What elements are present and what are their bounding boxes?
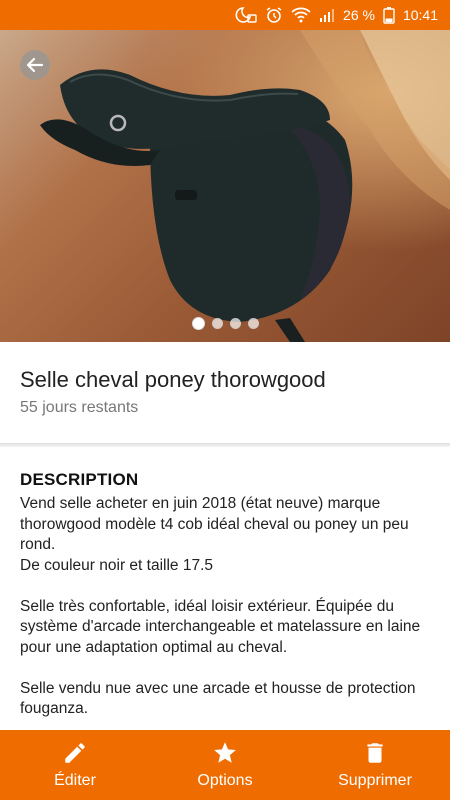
signal-icon	[319, 7, 335, 23]
battery-percent: 26 %	[343, 7, 375, 23]
bottom-action-bar: Éditer Options Supprimer	[0, 730, 450, 800]
back-button[interactable]	[20, 50, 50, 80]
carousel-dot[interactable]	[191, 317, 205, 330]
description-heading: DESCRIPTION	[20, 470, 139, 489]
saddle-photo	[40, 30, 450, 342]
carousel-indicator	[0, 317, 450, 330]
arrow-left-icon	[26, 57, 44, 73]
pencil-icon	[65, 743, 85, 763]
status-bar: 26 % 10:41	[0, 0, 450, 30]
carousel-dot[interactable]	[229, 318, 241, 329]
listing-photo-carousel[interactable]	[0, 30, 450, 342]
carousel-dot[interactable]	[211, 318, 223, 329]
trash-icon	[367, 743, 383, 763]
alarm-icon	[265, 6, 283, 24]
remaining-days: 55 jours restants	[20, 399, 139, 416]
edit-label: Éditer	[54, 772, 96, 789]
battery-icon	[383, 6, 395, 24]
star-icon	[214, 742, 236, 763]
section-divider	[0, 443, 450, 447]
listing-header: Selle cheval poney thorowgood 55 jours r…	[20, 366, 430, 417]
delete-button[interactable]: Supprimer	[300, 730, 450, 800]
status-time: 10:41	[402, 7, 438, 23]
carousel-dot[interactable]	[247, 318, 259, 329]
description-section: DESCRIPTION Vend selle acheter en juin 2…	[20, 470, 432, 720]
options-button[interactable]: Options	[150, 730, 300, 800]
description-text: Vend selle acheter en juin 2018 (état ne…	[20, 495, 421, 717]
wifi-icon	[291, 7, 311, 23]
listing-title: Selle cheval poney thorowgood	[20, 367, 326, 392]
do-not-disturb-icon	[235, 6, 257, 24]
delete-label: Supprimer	[338, 772, 412, 789]
edit-button[interactable]: Éditer	[0, 730, 150, 800]
options-label: Options	[197, 772, 253, 789]
